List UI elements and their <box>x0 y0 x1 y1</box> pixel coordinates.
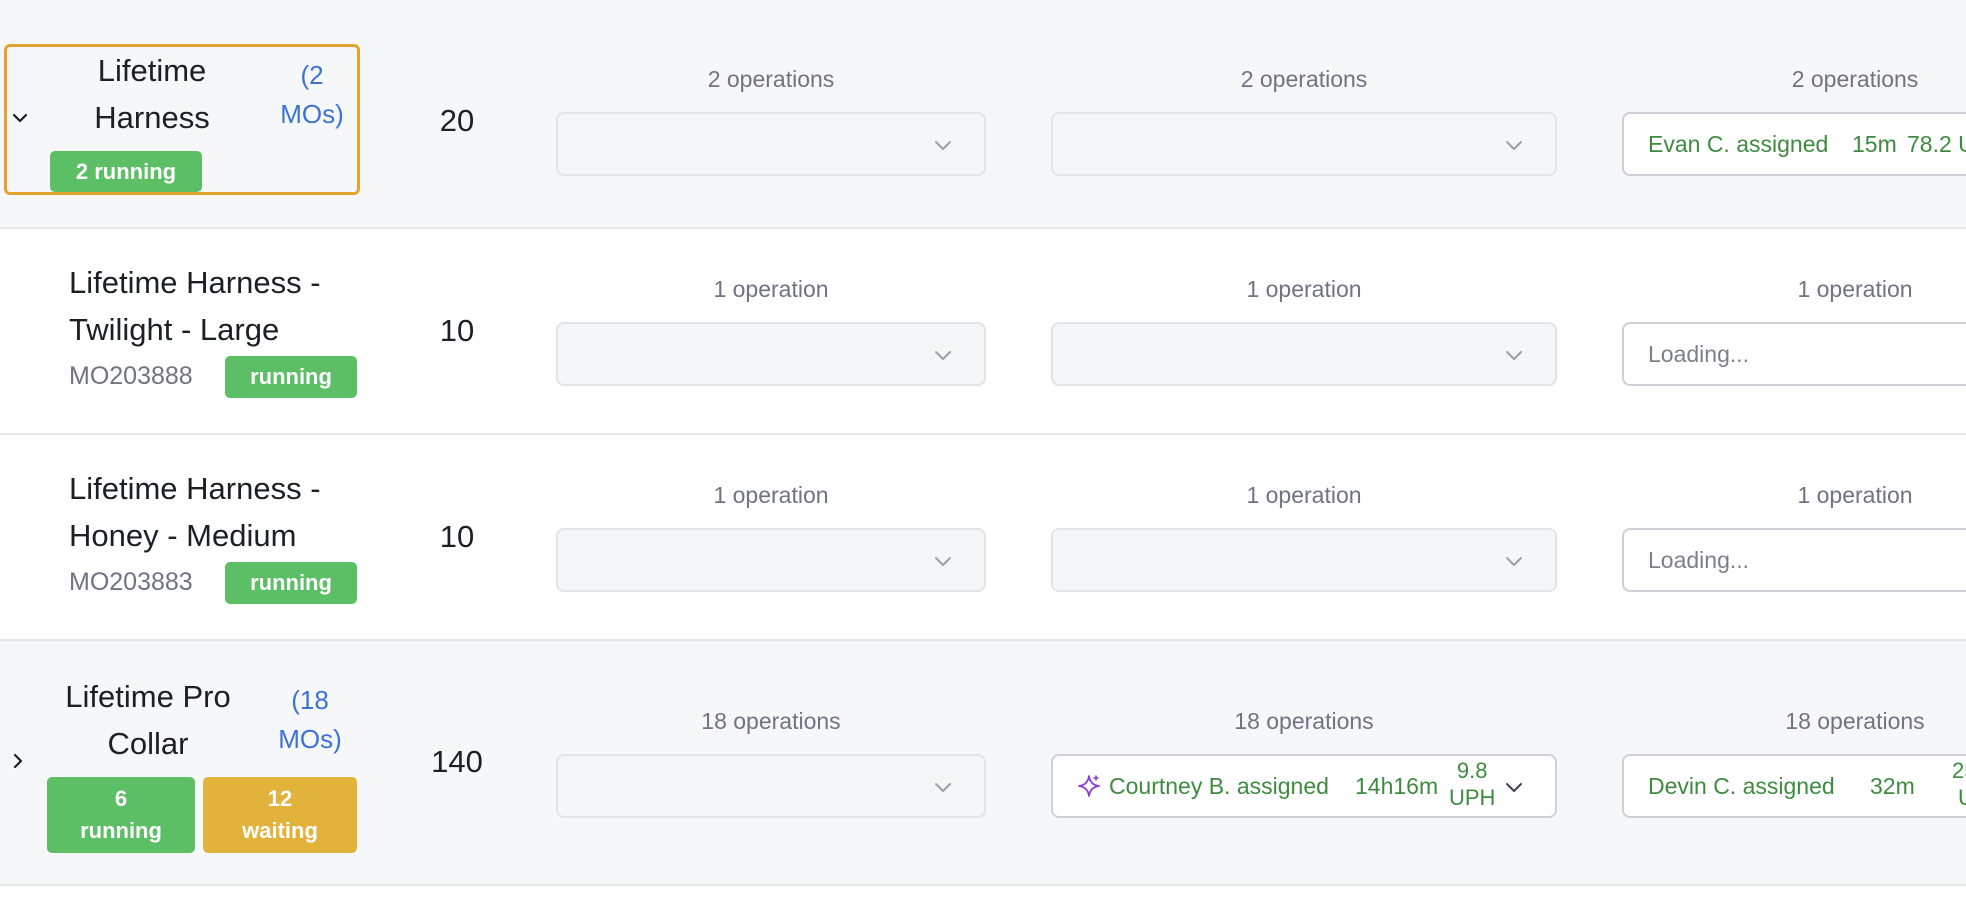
operations-count-col3: 1 operation <box>1797 276 1913 302</box>
mo-count-line: MOs) <box>278 724 342 754</box>
assignee-label: Devin C. assigned <box>1648 773 1835 799</box>
order-title-line: Twilight - Large <box>69 312 280 347</box>
operations-count-col2: 1 operation <box>1246 482 1362 508</box>
uph-label: 78.2 U <box>1907 131 1966 157</box>
chevron-down-icon <box>1506 557 1522 566</box>
order-row-mo203888[interactable]: Lifetime Harness - Twilight - Large MO20… <box>0 229 1966 435</box>
status-badge-running: 6 running <box>47 777 195 853</box>
operation-select-col3[interactable]: Loading... <box>1622 528 1966 592</box>
group-row-lifetime-harness[interactable]: Lifetime Harness (2 MOs) 2 running 20 2 … <box>0 14 1966 229</box>
operations-count-col3: 1 operation <box>1797 482 1913 508</box>
order-title: Lifetime Harness - Honey - Medium <box>69 465 389 559</box>
duration-label: 14h16m <box>1355 773 1439 799</box>
quantity: 10 <box>439 313 475 348</box>
status-badge-running: running <box>225 562 357 604</box>
mo-count-link[interactable]: (2 MOs) <box>272 56 352 134</box>
chevron-down-icon <box>935 141 951 150</box>
status-badge-label: waiting <box>242 818 318 843</box>
collapse-toggle[interactable] <box>8 106 32 130</box>
operations-count-col1: 1 operation <box>713 482 829 508</box>
status-badge-running: 2 running <box>50 151 202 192</box>
order-title-line: Honey - Medium <box>69 518 297 553</box>
operations-count-col3: 2 operations <box>1791 66 1919 92</box>
operation-select-col3[interactable]: Devin C. assigned 32m 25 U <box>1622 754 1966 818</box>
uph-unit: UPH <box>1449 785 1496 810</box>
operation-select-col3[interactable]: Loading... <box>1622 322 1966 386</box>
sparkle-icon <box>1078 775 1100 797</box>
status-badge-running: running <box>225 356 357 398</box>
mo-count-line: (2 <box>300 60 324 90</box>
group-title-line: Lifetime Pro <box>65 679 231 714</box>
operations-count-col1: 1 operation <box>713 276 829 302</box>
operation-select-col1[interactable] <box>556 528 986 592</box>
operations-count-col1: 18 operations <box>701 708 841 734</box>
order-title: Lifetime Harness - Twilight - Large <box>69 259 389 353</box>
group-row-lifetime-pro-collar[interactable]: Lifetime Pro Collar (18 MOs) 6 running 1… <box>0 641 1966 886</box>
operation-select-col2[interactable]: Courtney B. assigned 14h16m 9.8 UPH <box>1051 754 1557 818</box>
group-title: Lifetime Pro Collar <box>52 673 244 767</box>
uph-value: 9.8 <box>1456 758 1488 783</box>
operation-select-col1[interactable] <box>556 754 986 818</box>
mo-count-line: MOs) <box>280 99 344 129</box>
group-title-line: Harness <box>94 100 210 135</box>
operation-select-col1[interactable] <box>556 112 986 176</box>
order-title-line: Lifetime Harness - <box>69 471 321 506</box>
chevron-down-icon <box>935 783 951 792</box>
group-title-line: Collar <box>107 726 189 761</box>
order-row-mo203883[interactable]: Lifetime Harness - Honey - Medium MO2038… <box>0 435 1966 641</box>
duration-label: 15m <box>1852 131 1897 157</box>
loading-text: Loading... <box>1648 547 1750 573</box>
chevron-down-icon <box>935 557 951 566</box>
operation-select-col3[interactable]: Evan C. assigned 15m 78.2 U <box>1622 112 1966 176</box>
group-title-line: Lifetime <box>97 53 207 88</box>
operation-select-col2[interactable] <box>1051 112 1557 176</box>
uph-label: 9.8 UPH <box>1449 757 1495 811</box>
status-badge-label: running <box>80 818 162 843</box>
status-badge-label: running <box>250 364 332 389</box>
duration-label: 32m <box>1870 773 1915 799</box>
operations-count-col3: 18 operations <box>1785 708 1925 734</box>
chevron-down-icon <box>935 351 951 360</box>
mo-code: MO203888 <box>69 362 193 390</box>
operation-select-col1[interactable] <box>556 322 986 386</box>
status-badge-waiting: 12 waiting <box>203 777 357 853</box>
expand-toggle[interactable] <box>6 749 30 773</box>
operations-count-col2: 2 operations <box>1240 66 1368 92</box>
assignee-label: Evan C. assigned <box>1648 131 1829 157</box>
chevron-down-icon <box>1506 783 1522 792</box>
chevron-right-icon <box>13 753 23 769</box>
operations-count-col2: 18 operations <box>1234 708 1374 734</box>
uph-value: 25 <box>1952 758 1966 783</box>
status-badge-count: 12 <box>267 786 293 811</box>
chevron-down-icon <box>12 113 28 123</box>
status-badge-count: 6 <box>114 786 128 811</box>
quantity: 10 <box>439 519 475 554</box>
chevron-down-icon <box>1506 351 1522 360</box>
assignee-label: Courtney B. assigned <box>1109 773 1329 799</box>
mo-count-line: (18 <box>291 685 329 715</box>
loading-text: Loading... <box>1648 341 1750 367</box>
operations-count-col2: 1 operation <box>1246 276 1362 302</box>
operation-select-col2[interactable] <box>1051 322 1557 386</box>
quantity: 140 <box>431 744 483 779</box>
status-badge-label: 2 running <box>75 158 177 184</box>
uph-unit: U <box>1958 785 1966 810</box>
chevron-down-icon <box>1506 141 1522 150</box>
table-top-border <box>0 0 1966 15</box>
mo-count-link[interactable]: (18 MOs) <box>268 681 352 759</box>
order-title-line: Lifetime Harness - <box>69 265 321 300</box>
mo-code: MO203883 <box>69 568 193 596</box>
operations-count-col1: 2 operations <box>707 66 835 92</box>
uph-label: 25 U <box>1952 757 1966 811</box>
status-badge-label: running <box>250 570 332 595</box>
operation-select-col2[interactable] <box>1051 528 1557 592</box>
group-title: Lifetime Harness <box>62 47 242 141</box>
quantity: 20 <box>439 103 475 138</box>
